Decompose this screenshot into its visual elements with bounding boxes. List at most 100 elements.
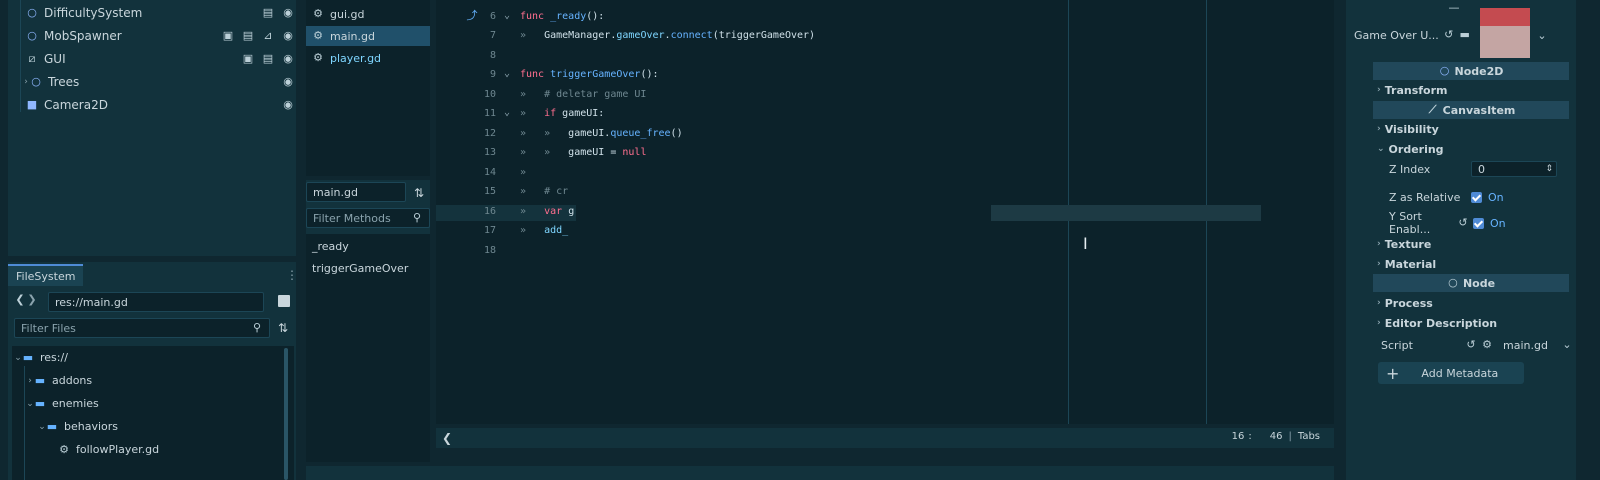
split-mode-icon[interactable]	[278, 295, 290, 307]
filter-methods-input[interactable]: Filter Methods ⚲	[306, 208, 430, 228]
code-editor[interactable]: ⤴ 6 7 8 9 10 11 12 13 14 15 16 17 18 ⌄ ⌄…	[436, 0, 1334, 424]
group-texture[interactable]: › Texture	[1373, 235, 1573, 253]
filter-files-input[interactable]: Filter Files ⚲	[14, 318, 270, 338]
group-transform[interactable]: › Transform	[1373, 81, 1573, 99]
dropdown-arrow-icon[interactable]: ⌄	[1561, 339, 1573, 351]
node-icon: ○	[1439, 64, 1450, 77]
prop-label: Z Index	[1389, 162, 1431, 176]
script-icon[interactable]: ▤	[262, 7, 274, 19]
indent-mode[interactable]: Tabs	[1298, 431, 1320, 442]
script-icon[interactable]: ▤	[242, 30, 254, 42]
scene-icon[interactable]: ▣	[242, 53, 254, 65]
script-icon[interactable]: ▤	[262, 53, 274, 65]
z-index-spinbox[interactable]: 0 ⇕	[1471, 161, 1557, 177]
scene-node-difficultysystem[interactable]: ○ DifficultySystem ▤ ◉	[26, 4, 294, 22]
scrollbar[interactable]	[284, 348, 288, 480]
file-item-followplayer[interactable]: ⚙ followPlayer.gd	[58, 443, 159, 456]
sort-icon[interactable]: ⇅	[414, 186, 424, 200]
revert-icon[interactable]: ↺	[1457, 217, 1469, 229]
fold-arrow-icon[interactable]: ⌄	[504, 107, 510, 118]
code-text: ()	[670, 128, 683, 139]
scene-node-camera2d[interactable]: ■ Camera2D ◉	[26, 96, 294, 114]
expand-arrow-icon[interactable]: ›	[22, 76, 30, 88]
comment: # deletar game UI	[544, 89, 647, 100]
prop-value[interactable]: main.gd	[1503, 339, 1548, 352]
collapse-arrow-icon[interactable]: ⌄	[14, 352, 22, 364]
visibility-icon[interactable]: ◉	[282, 99, 294, 111]
tab-indicator: »	[520, 225, 545, 236]
search-icon: ⚲	[252, 321, 262, 334]
scene-node-gui[interactable]: ⧄ GUI ▣ ▤ ◉	[26, 50, 294, 68]
stepper-icon[interactable]: ⇕	[1545, 164, 1553, 174]
code-line-10: » # deletar game UI	[520, 89, 646, 100]
tab-indicator: »	[520, 206, 545, 217]
visibility-icon[interactable]: ◉	[282, 53, 294, 65]
code-line-7: » GameManager . gameOver . connect (trig…	[520, 30, 815, 41]
fold-arrow-icon[interactable]: ⌄	[504, 10, 510, 21]
line-number: 16	[483, 206, 496, 217]
history-nav: ❮ ❯	[14, 294, 38, 306]
script-item-gui[interactable]: ⚙ gui.gd	[306, 4, 430, 24]
signal-icon[interactable]: ⊿	[262, 30, 274, 42]
file-item-res[interactable]: ⌄ ▬ res://	[14, 351, 68, 364]
node-icon: ○	[27, 29, 37, 42]
member: gameOver	[616, 30, 665, 41]
file-label: enemies	[52, 397, 99, 410]
section-label: CanvasItem	[1442, 103, 1516, 117]
collapse-arrow-icon[interactable]: ⌄	[26, 398, 34, 410]
revert-icon[interactable]: ↺	[1465, 339, 1477, 351]
visibility-icon[interactable]: ◉	[282, 7, 294, 19]
tab-indicator: » »	[520, 128, 569, 139]
visibility-icon[interactable]: ◉	[282, 76, 294, 88]
expand-arrow-icon[interactable]: ›	[26, 375, 34, 387]
gear-icon: ⚙	[313, 7, 323, 20]
file-label: followPlayer.gd	[76, 443, 160, 456]
group-label: Texture	[1384, 237, 1432, 251]
group-editor-description[interactable]: › Editor Description	[1373, 314, 1573, 332]
bottom-panel-strip	[306, 466, 1334, 480]
tab-label: FileSystem	[16, 269, 76, 283]
menu-icon[interactable]: —	[1448, 2, 1460, 14]
line-number: 10	[483, 89, 496, 100]
scene-node-label: Trees	[48, 75, 80, 89]
folder-icon: ▬	[22, 350, 34, 364]
texture-preview[interactable]	[1480, 8, 1530, 58]
method-item-triggergameover[interactable]: triggerGameOver	[312, 262, 408, 275]
file-item-enemies[interactable]: ⌄ ▬ enemies	[26, 397, 99, 410]
visibility-icon[interactable]: ◉	[282, 30, 294, 42]
group-visibility[interactable]: › Visibility	[1373, 120, 1573, 138]
group-label: Transform	[1384, 83, 1448, 97]
scene-icon[interactable]: ▣	[222, 30, 234, 42]
group-ordering[interactable]: ⌄ Ordering	[1373, 140, 1573, 158]
script-item-player[interactable]: ⚙ player.gd	[306, 48, 430, 68]
keyword: var	[544, 206, 563, 217]
expand-arrow-icon: ›	[1377, 239, 1381, 249]
add-metadata-button[interactable]: + Add Metadata	[1378, 362, 1524, 384]
scene-node-mobspawner[interactable]: ○ MobSpawner ▣ ▤ ⊿ ◉	[26, 27, 294, 45]
group-material[interactable]: › Material	[1373, 255, 1573, 273]
script-item-main[interactable]: ⚙ main.gd	[306, 26, 430, 46]
expand-arrow-icon: ›	[1377, 124, 1381, 134]
y-sort-checkbox[interactable]	[1473, 217, 1484, 229]
code-text: ():	[586, 11, 605, 22]
sort-icon[interactable]: ⇅	[278, 321, 288, 335]
file-item-behaviors[interactable]: ⌄ ▬ behaviors	[38, 420, 118, 433]
gear-icon: ⚙	[59, 442, 69, 456]
scene-node-trees[interactable]: › ○ Trees ◉	[22, 73, 294, 91]
back-icon[interactable]: ❮	[14, 294, 26, 306]
file-item-addons[interactable]: › ▬ addons	[26, 374, 92, 387]
line-number: 9	[489, 69, 496, 80]
method-item-ready[interactable]: _ready	[312, 240, 349, 253]
path-field[interactable]: res://main.gd	[48, 292, 264, 312]
scene-icon[interactable]: ▬	[1459, 29, 1471, 41]
dropdown-arrow-icon[interactable]: ⌄	[1536, 30, 1548, 42]
more-options-icon[interactable]: ⋮	[286, 268, 298, 282]
toggle-scripts-panel-icon[interactable]: ❮	[442, 431, 452, 445]
group-process[interactable]: › Process	[1373, 294, 1573, 312]
collapse-arrow-icon[interactable]: ⌄	[38, 421, 46, 433]
z-relative-checkbox[interactable]	[1471, 191, 1482, 203]
forward-icon[interactable]: ❯	[26, 294, 38, 306]
fold-arrow-icon[interactable]: ⌄	[504, 68, 510, 79]
reload-icon[interactable]: ↺	[1443, 29, 1455, 41]
tab-filesystem[interactable]: FileSystem	[8, 264, 84, 286]
